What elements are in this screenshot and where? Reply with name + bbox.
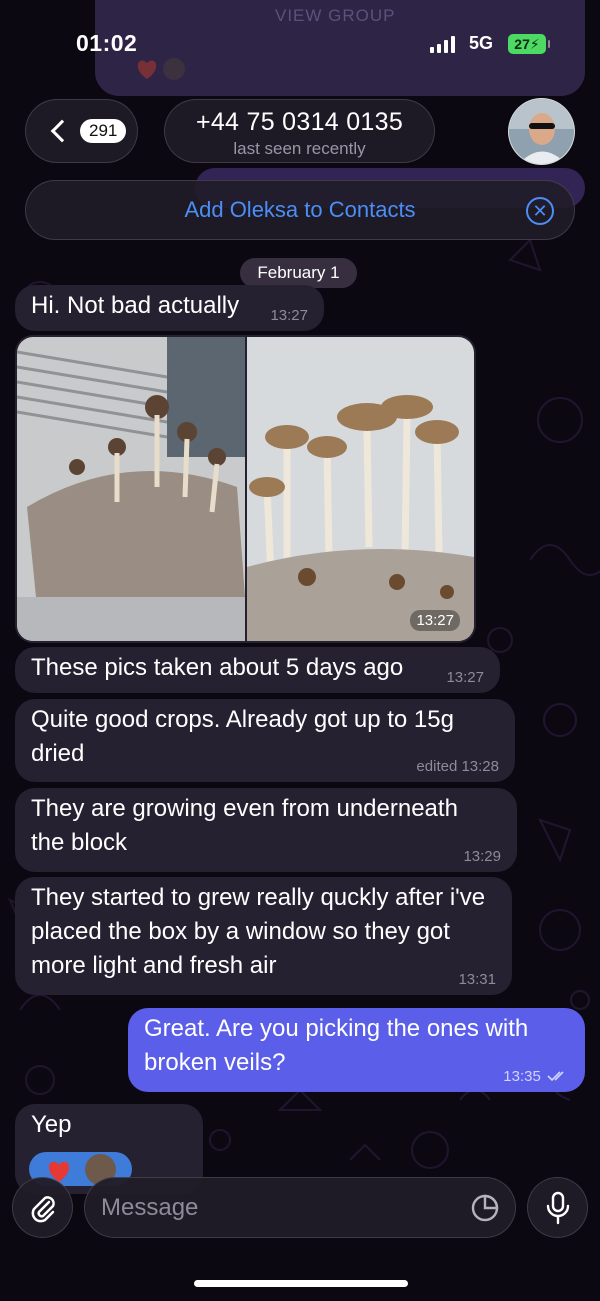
mushroom-photo-1[interactable] [17, 337, 245, 641]
signal-icon [430, 36, 455, 53]
mic-button[interactable] [527, 1177, 588, 1238]
message-bubble[interactable]: They are growing even from underneath th… [15, 788, 517, 872]
mushroom-photo-2[interactable] [247, 337, 474, 641]
message-text: Great. Are you picking the ones with bro… [144, 1015, 529, 1076]
contact-avatar[interactable] [508, 98, 575, 165]
message-time: edited 13:28 [416, 758, 499, 775]
message-bubble[interactable]: Hi. Not bad actually 13:27 [15, 285, 324, 331]
unread-count-badge: 291 [80, 119, 127, 143]
message-time: 13:27 [446, 669, 484, 686]
sticker-icon[interactable] [469, 1192, 501, 1224]
close-circle-icon[interactable]: ✕ [526, 197, 554, 225]
chat-title: +44 75 0314 0135 [195, 108, 404, 136]
network-type: 5G [469, 33, 494, 53]
message-time: 13:27 [270, 307, 308, 324]
date-separator: February 1 [240, 258, 357, 288]
charging-icon: ⚡ [529, 35, 540, 52]
clock: 01:02 [76, 30, 138, 56]
message-bubble[interactable]: Quite good crops. Already got up to 15g … [15, 699, 515, 782]
message-time: 13:35 [503, 1068, 541, 1085]
message-text: Hi. Not bad actually [31, 292, 240, 319]
add-contact-banner[interactable]: Add Oleksa to Contacts ✕ [25, 180, 575, 240]
message-text: They started to grew really quckly after… [31, 884, 486, 979]
paperclip-icon [31, 1195, 55, 1222]
photo-album-message[interactable]: 13:27 [15, 335, 476, 643]
message-bubble[interactable]: They started to grew really quckly after… [15, 877, 512, 995]
battery-level: 27 [514, 36, 530, 52]
message-text: They are growing even from underneath th… [31, 795, 458, 856]
back-button[interactable]: 291 [25, 99, 138, 163]
message-composer[interactable] [84, 1177, 516, 1238]
battery-icon: 27 ⚡ [508, 34, 550, 54]
message-text: These pics taken about 5 days ago [31, 654, 404, 681]
message-bubble[interactable]: These pics taken about 5 days ago 13:27 [15, 647, 500, 693]
message-text: Quite good crops. Already got up to 15g … [31, 706, 454, 767]
chevron-left-icon [50, 119, 74, 143]
attach-button[interactable] [12, 1177, 73, 1238]
home-indicator [194, 1280, 408, 1287]
microphone-icon [546, 1191, 569, 1224]
chat-subtitle: last seen recently [233, 139, 366, 158]
photo-time: 13:27 [410, 610, 460, 631]
double-check-icon [547, 1071, 564, 1082]
sent-message-bubble[interactable]: Great. Are you picking the ones with bro… [128, 1008, 585, 1092]
add-contact-label: Add Oleksa to Contacts [184, 197, 416, 222]
chat-title-button[interactable]: +44 75 0314 0135 last seen recently [164, 99, 435, 163]
message-time: 13:31 [458, 971, 496, 988]
message-meta: 13:35 [503, 1069, 569, 1085]
message-text: Yep [31, 1111, 72, 1138]
message-input[interactable] [101, 1190, 441, 1226]
message-time: 13:29 [463, 848, 501, 865]
status-bar: 01:02 5G 27 ⚡ [0, 0, 600, 90]
